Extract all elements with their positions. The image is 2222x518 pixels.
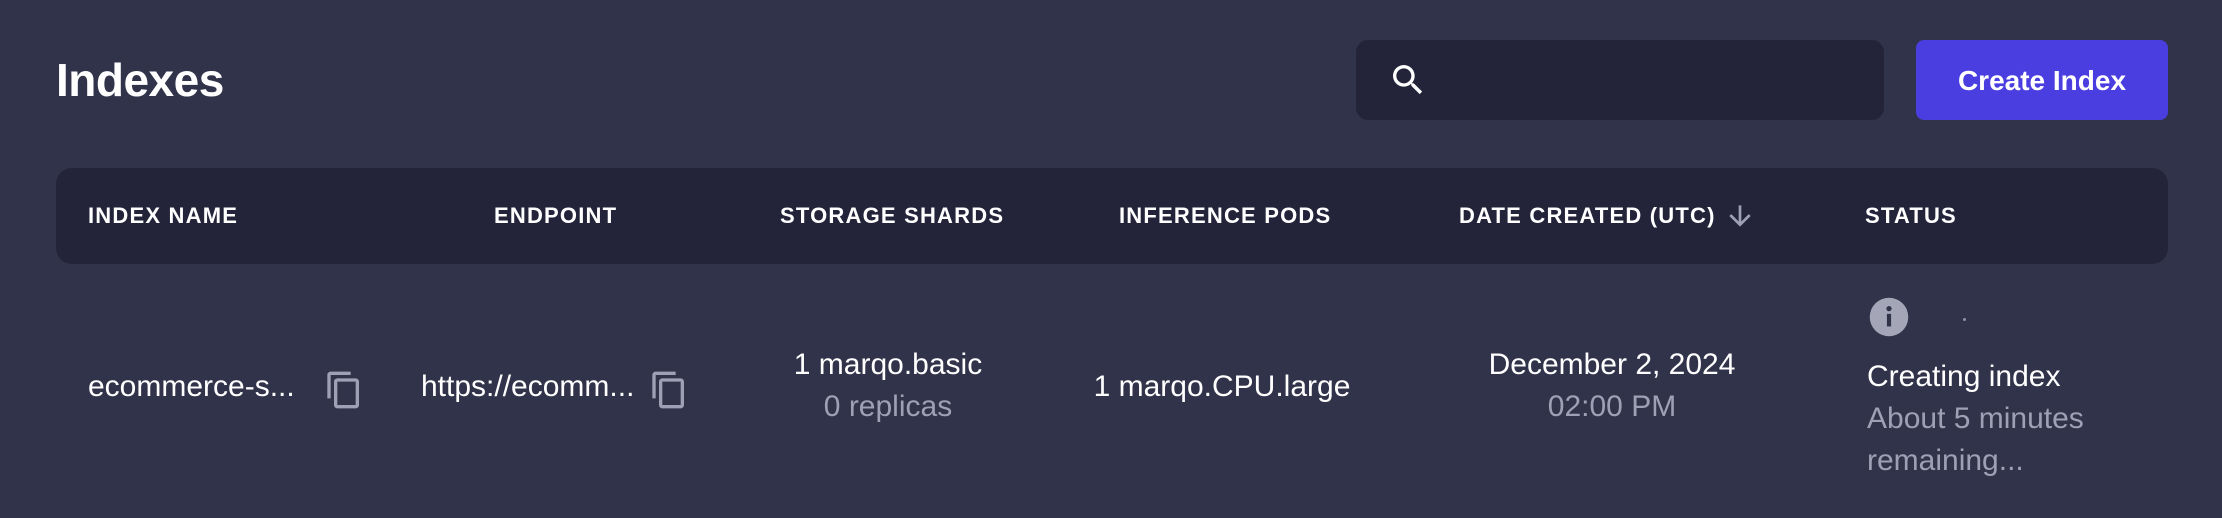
table-row[interactable]: ecommerce-s... https://ecomm... 1 marqo.… <box>56 264 2168 518</box>
page-title: Indexes <box>56 54 224 106</box>
status-label: Creating index <box>1867 360 2061 393</box>
search-input[interactable] <box>1446 40 1870 122</box>
create-index-button[interactable]: Create Index <box>1916 40 2168 120</box>
date-created-value: December 2, 2024 <box>1488 348 1736 381</box>
column-header-index-name[interactable]: INDEX NAME <box>88 168 238 264</box>
endpoint-cell[interactable]: https://ecomm... <box>421 370 634 404</box>
column-header-endpoint[interactable]: ENDPOINT <box>494 168 617 264</box>
status-detail-line1: About 5 minutes <box>1867 402 2084 435</box>
time-created-value: 02:00 PM <box>1547 390 1677 423</box>
column-header-date-created[interactable]: DATE CREATED (UTC) <box>1459 168 1716 264</box>
column-header-inference-pods[interactable]: INFERENCE PODS <box>1119 168 1331 264</box>
storage-shards-value: 1 marqo.basic <box>793 348 983 381</box>
column-header-storage-shards[interactable]: STORAGE SHARDS <box>780 168 1004 264</box>
status-detail-line2: remaining... <box>1867 444 2024 477</box>
table-header: INDEX NAME ENDPOINT STORAGE SHARDS INFER… <box>56 168 2168 264</box>
index-name-cell[interactable]: ecommerce-s... <box>88 370 295 404</box>
loading-indicator <box>1963 318 1966 321</box>
copy-icon[interactable] <box>649 370 689 410</box>
column-header-status[interactable]: STATUS <box>1865 168 1957 264</box>
search-icon <box>1393 65 1423 95</box>
replicas-value: 0 replicas <box>823 390 953 423</box>
inference-pods-value: 1 marqo.CPU.large <box>1093 370 1351 403</box>
info-icon[interactable] <box>1868 296 1910 338</box>
search-box[interactable] <box>1356 40 1884 122</box>
arrow-down-icon[interactable] <box>1724 200 1756 232</box>
copy-icon[interactable] <box>324 370 364 410</box>
